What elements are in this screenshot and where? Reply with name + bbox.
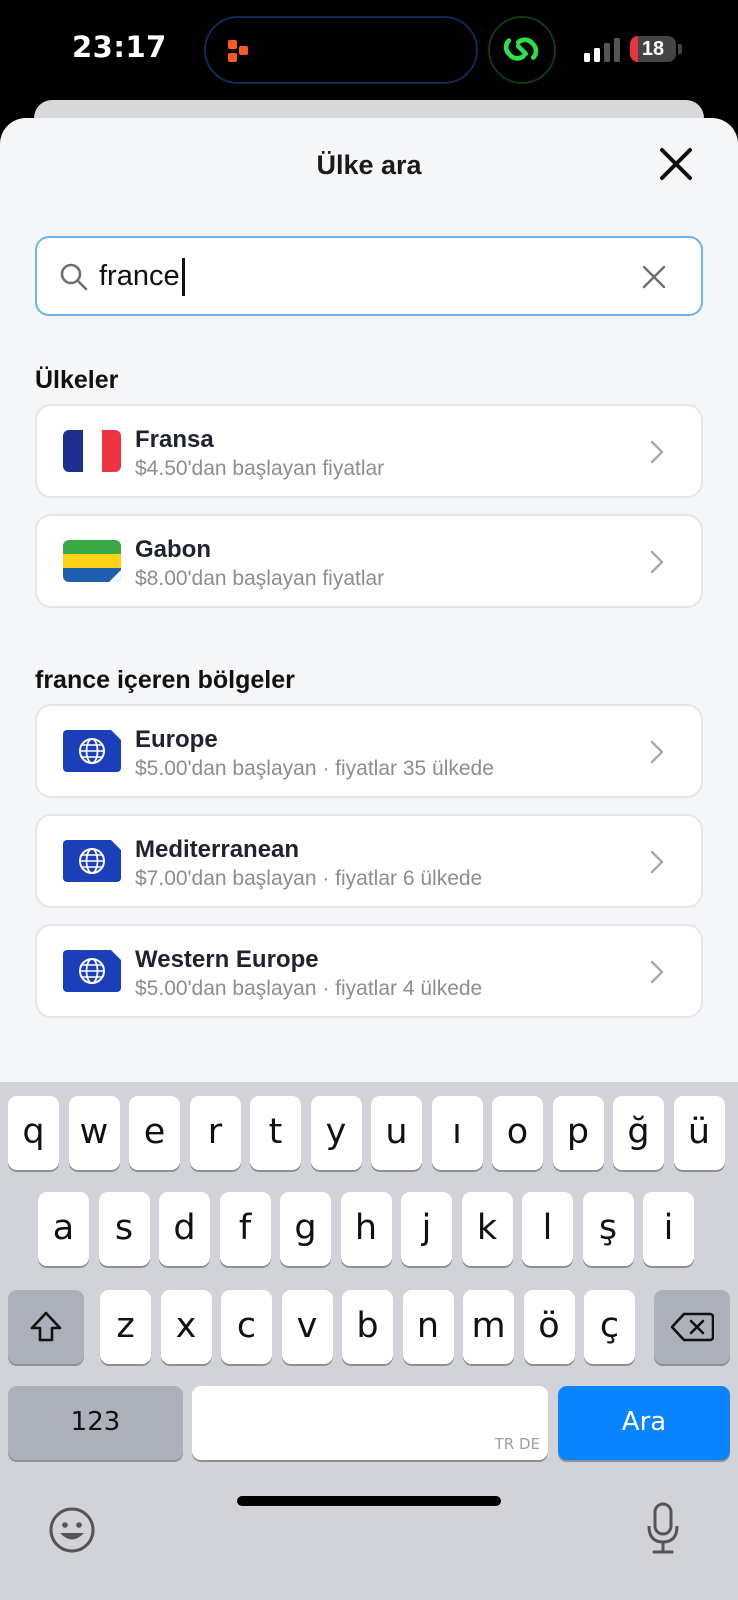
- key-ü[interactable]: ü: [673, 1096, 725, 1170]
- search-input[interactable]: [99, 256, 599, 296]
- close-icon[interactable]: [656, 144, 696, 184]
- dynamic-island[interactable]: [204, 16, 478, 84]
- globe-sim-icon: [63, 840, 121, 882]
- backspace-icon: [670, 1312, 715, 1342]
- emoji-icon[interactable]: [48, 1506, 96, 1554]
- cellular-signal-icon: [584, 38, 620, 62]
- gabon-flag-icon: [63, 540, 121, 582]
- key-c[interactable]: c: [221, 1290, 272, 1364]
- text-caret: [181, 258, 185, 296]
- link-activity-icon[interactable]: [488, 16, 556, 84]
- region-name: Western Europe: [135, 946, 319, 973]
- country-row-gabon[interactable]: Gabon $8.00'dan başlayan fiyatlar: [35, 514, 703, 608]
- region-name: Mediterranean: [135, 836, 300, 863]
- countries-section-title: Ülkeler: [35, 366, 119, 394]
- chevron-right-icon: [650, 740, 664, 764]
- numbers-key[interactable]: 123: [8, 1386, 183, 1460]
- status-bar: 23:17 18: [0, 0, 738, 100]
- region-price: $7.00'dan başlayan · fiyatlar 6 ülkede: [135, 867, 483, 890]
- key-t[interactable]: t: [250, 1096, 301, 1170]
- key-i[interactable]: i: [643, 1192, 694, 1266]
- france-flag-icon: [63, 430, 121, 472]
- chevron-right-icon: [650, 550, 664, 574]
- key-ö[interactable]: ö: [523, 1290, 575, 1364]
- key-l[interactable]: l: [522, 1192, 573, 1266]
- key-x[interactable]: x: [160, 1290, 212, 1364]
- key-b[interactable]: b: [342, 1290, 393, 1364]
- key-e[interactable]: e: [129, 1096, 180, 1170]
- key-s[interactable]: s: [98, 1192, 150, 1266]
- region-row-europe[interactable]: Europe $5.00'dan başlayan · fiyatlar 35 …: [35, 704, 703, 798]
- key-y[interactable]: y: [310, 1096, 362, 1170]
- key-v[interactable]: v: [281, 1290, 333, 1364]
- home-indicator[interactable]: [237, 1496, 501, 1506]
- space-key[interactable]: TR DE: [192, 1386, 548, 1460]
- shift-key[interactable]: [8, 1290, 84, 1364]
- key-ş[interactable]: ş: [582, 1192, 634, 1266]
- globe-sim-icon: [63, 730, 121, 772]
- country-price: $4.50'dan başlayan fiyatlar: [135, 457, 385, 480]
- key-p[interactable]: p: [552, 1096, 604, 1170]
- globe-sim-icon: [63, 950, 121, 992]
- chevron-right-icon: [650, 850, 664, 874]
- key-h[interactable]: h: [340, 1192, 392, 1266]
- key-r[interactable]: r: [189, 1096, 241, 1170]
- region-price: $5.00'dan başlayan · fiyatlar 35 ülkede: [135, 757, 494, 780]
- key-q[interactable]: q: [8, 1096, 59, 1170]
- region-row-western-europe[interactable]: Western Europe $5.00'dan başlayan · fiya…: [35, 924, 703, 1018]
- country-row-fransa[interactable]: Fransa $4.50'dan başlayan fiyatlar: [35, 404, 703, 498]
- region-price: $5.00'dan başlayan · fiyatlar 4 ülkede: [135, 977, 483, 1000]
- battery-icon: 18: [630, 36, 676, 62]
- app-activity-icon: [228, 40, 248, 62]
- key-ç[interactable]: ç: [584, 1290, 635, 1364]
- battery-percent: 18: [641, 38, 665, 60]
- key-j[interactable]: j: [401, 1192, 452, 1266]
- key-w[interactable]: w: [68, 1096, 120, 1170]
- status-time: 23:17: [72, 30, 167, 64]
- key-u[interactable]: u: [371, 1096, 422, 1170]
- key-o[interactable]: o: [492, 1096, 543, 1170]
- key-f[interactable]: f: [219, 1192, 271, 1266]
- regions-section-title: france içeren bölgeler: [35, 666, 295, 694]
- shift-icon: [30, 1311, 62, 1342]
- key-d[interactable]: d: [159, 1192, 210, 1266]
- region-name: Europe: [135, 726, 218, 753]
- backspace-key[interactable]: [654, 1290, 730, 1364]
- key-m[interactable]: m: [463, 1290, 514, 1364]
- search-go-key[interactable]: Ara: [558, 1386, 730, 1460]
- chevron-right-icon: [650, 960, 664, 984]
- battery-nub: [678, 44, 682, 54]
- key-n[interactable]: n: [402, 1290, 454, 1364]
- sheet-title: Ülke ara: [316, 150, 422, 180]
- search-field[interactable]: [35, 236, 703, 316]
- key-ı[interactable]: ı: [431, 1096, 483, 1170]
- microphone-icon[interactable]: [646, 1502, 680, 1556]
- key-ğ[interactable]: ğ: [613, 1096, 664, 1170]
- country-name: Fransa: [135, 426, 214, 453]
- on-screen-keyboard: qwertyuıopğü asdfghjklşi zxcvbnmöç 123 T…: [0, 1082, 738, 1600]
- country-price: $8.00'dan başlayan fiyatlar: [135, 567, 385, 590]
- key-k[interactable]: k: [461, 1192, 513, 1266]
- keyboard-language-hint: TR DE: [494, 1435, 540, 1453]
- key-g[interactable]: g: [280, 1192, 331, 1266]
- search-icon: [60, 263, 88, 291]
- region-row-mediterranean[interactable]: Mediterranean $7.00'dan başlayan · fiyat…: [35, 814, 703, 908]
- country-name: Gabon: [135, 536, 211, 563]
- clear-search-icon[interactable]: [641, 264, 667, 290]
- key-a[interactable]: a: [38, 1192, 89, 1266]
- chevron-right-icon: [650, 440, 664, 464]
- key-z[interactable]: z: [100, 1290, 151, 1364]
